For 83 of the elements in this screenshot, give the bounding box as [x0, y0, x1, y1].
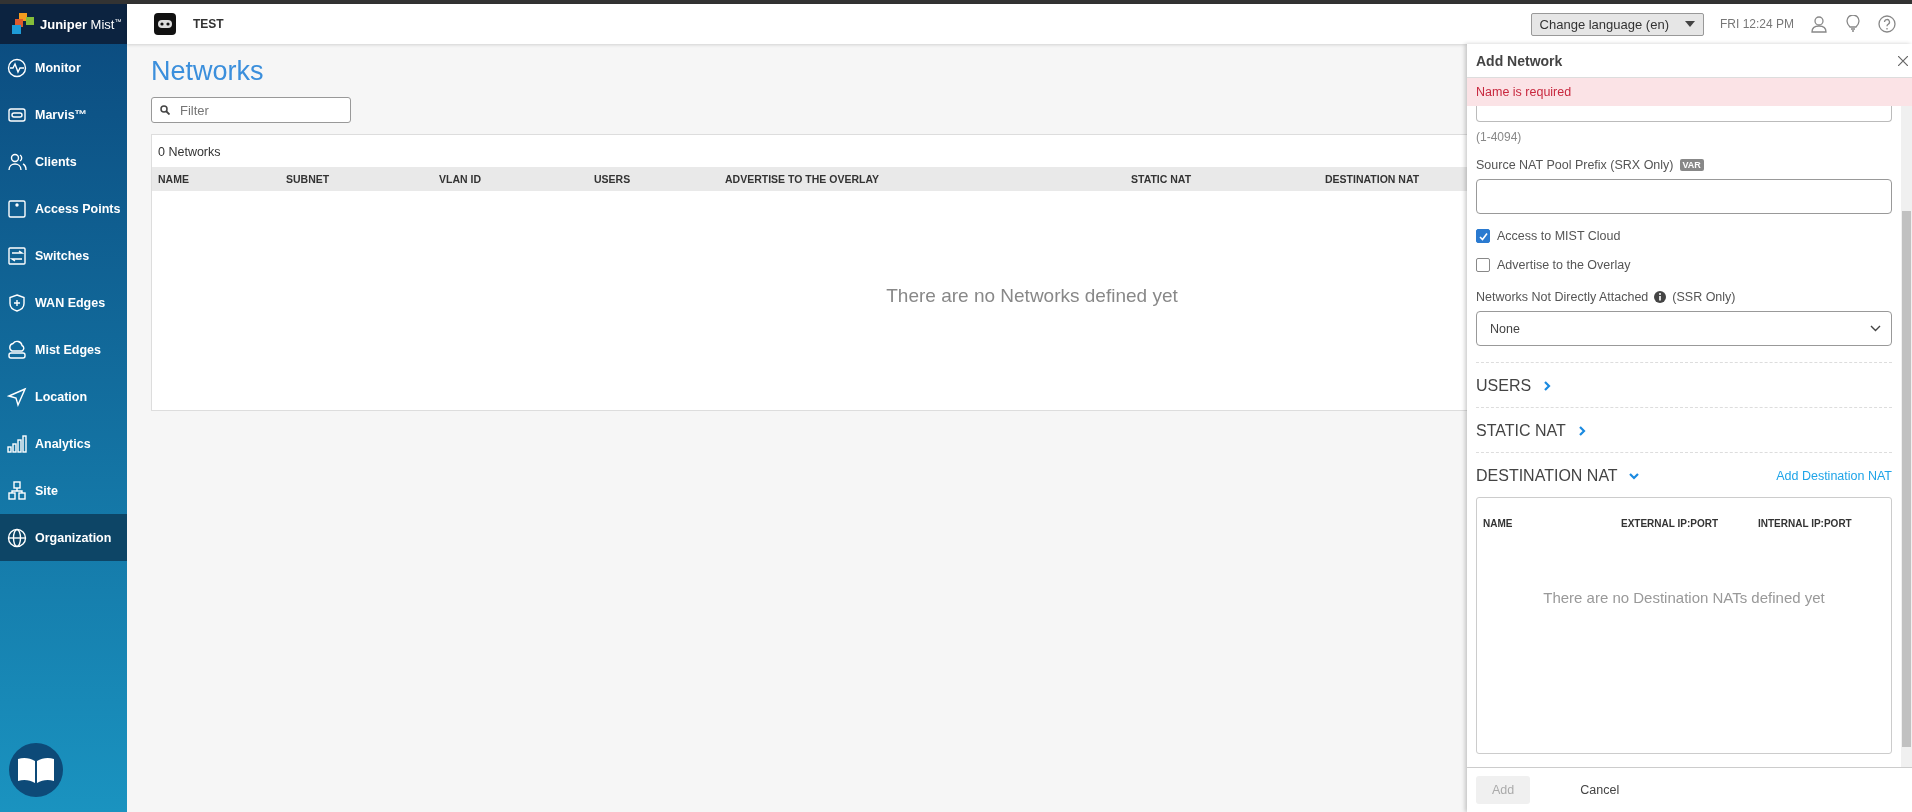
field-note: (SSR Only) — [1672, 290, 1736, 304]
nav-label: Site — [35, 483, 58, 498]
nav-label: Clients — [35, 154, 77, 169]
chevron-down-icon — [1870, 325, 1881, 332]
column-header: DESTINATION NAT — [1325, 173, 1421, 185]
nav-label: Organization — [35, 530, 112, 545]
scrollbar[interactable] — [1901, 106, 1912, 767]
nav-item[interactable]: Switches — [0, 232, 127, 279]
help-icon[interactable] — [1878, 15, 1896, 33]
column-header: VLAN ID — [439, 173, 482, 185]
close-icon[interactable] — [1898, 55, 1908, 66]
column-header: STATIC NAT — [1131, 173, 1193, 185]
nav-item[interactable]: Analytics — [0, 420, 127, 467]
checkbox-label: Advertise to the Overlay — [1497, 258, 1631, 272]
pulse-icon — [7, 57, 27, 78]
logo-text: Juniper Mist$^{™}$ — [40, 16, 122, 32]
nav-item[interactable]: Marvis™ — [0, 91, 127, 138]
nav-item[interactable]: Monitor — [0, 44, 127, 91]
column-header: INTERNAL IP:PORT — [1758, 518, 1853, 529]
nav-label: Monitor — [35, 60, 81, 75]
nav-item[interactable]: Site — [0, 467, 127, 514]
page-title: Networks — [151, 56, 264, 87]
nav-label: Mist Edges — [35, 342, 101, 357]
checkbox[interactable] — [1476, 229, 1490, 243]
empty-message: There are no Destination NATs defined yet — [1542, 589, 1826, 606]
language-dropdown[interactable]: Change language (en) — [1530, 12, 1704, 36]
book-icon[interactable] — [8, 742, 64, 798]
shield-icon — [7, 292, 27, 313]
empty-message: There are no Networks defined yet — [886, 284, 1178, 307]
clock: FRI 12:24 PM — [1719, 17, 1794, 31]
section-title[interactable]: USERS — [1476, 377, 1532, 395]
globe-icon — [7, 527, 27, 548]
access-point-icon — [7, 198, 27, 219]
nav-label: WAN Edges — [35, 295, 106, 310]
nav-item[interactable]: Clients — [0, 138, 127, 185]
nav-label: Access Points — [35, 201, 121, 216]
error-message: Name is required — [1467, 78, 1912, 106]
org-name: TEST — [193, 17, 224, 31]
users-icon — [7, 151, 27, 172]
nav-label: Switches — [35, 248, 90, 263]
cancel-button[interactable]: Cancel — [1564, 776, 1636, 804]
bar-chart-icon — [7, 433, 27, 454]
input-field[interactable] — [1476, 179, 1892, 214]
nav-label: Marvis™ — [35, 107, 88, 122]
column-header: NAME — [1483, 518, 1514, 529]
caret-icon — [1684, 21, 1695, 27]
networks-dropdown[interactable]: None — [1476, 311, 1892, 346]
column-header: SUBNET — [286, 173, 331, 185]
network-count: 0 Networks — [157, 144, 222, 161]
nav-item[interactable]: Mist Edges — [0, 326, 127, 373]
nav-label: Location — [35, 389, 88, 404]
field-hint: (1-4094) — [1476, 130, 1523, 144]
filter-box[interactable]: Filter — [151, 97, 351, 123]
info-icon[interactable] — [1654, 291, 1667, 303]
nav-label: Analytics — [35, 436, 91, 451]
section-title[interactable]: DESTINATION NAT — [1476, 467, 1618, 485]
user-icon[interactable] — [1810, 15, 1828, 33]
panel-title: Add Network — [1476, 52, 1563, 69]
hierarchy-icon — [7, 480, 27, 501]
section-title[interactable]: STATIC NAT — [1476, 422, 1566, 440]
chevron-down-icon[interactable] — [1627, 470, 1640, 482]
checkbox[interactable] — [1476, 258, 1490, 272]
nav-item[interactable]: Location — [0, 373, 127, 420]
field-label: Networks Not Directly Attached — [1476, 290, 1649, 304]
arrows-icon — [7, 245, 27, 266]
search-icon — [160, 105, 170, 115]
filter-field[interactable]: Filter — [178, 101, 342, 119]
column-header: ADVERTISE TO THE OVERLAY — [725, 173, 881, 185]
column-header: USERS — [594, 173, 632, 185]
column-header: EXTERNAL IP:PORT — [1621, 518, 1720, 529]
column-header: NAME — [158, 173, 190, 185]
navigation-icon — [7, 386, 27, 407]
vlan-field[interactable] — [1476, 106, 1892, 122]
field-label: Source NAT Pool Prefix (SRX Only) — [1476, 158, 1674, 172]
lightbulb-icon[interactable] — [1844, 15, 1862, 33]
robot-icon — [153, 12, 177, 36]
cloud-icon — [7, 339, 27, 360]
nav-item[interactable]: WAN Edges — [0, 279, 127, 326]
nav-item[interactable]: Access Points — [0, 185, 127, 232]
nav-item[interactable]: Organization — [0, 514, 127, 561]
checkbox-label: Access to MIST Cloud — [1497, 229, 1621, 243]
logo-icon — [12, 13, 34, 35]
var-tag: VAR — [1679, 159, 1704, 171]
